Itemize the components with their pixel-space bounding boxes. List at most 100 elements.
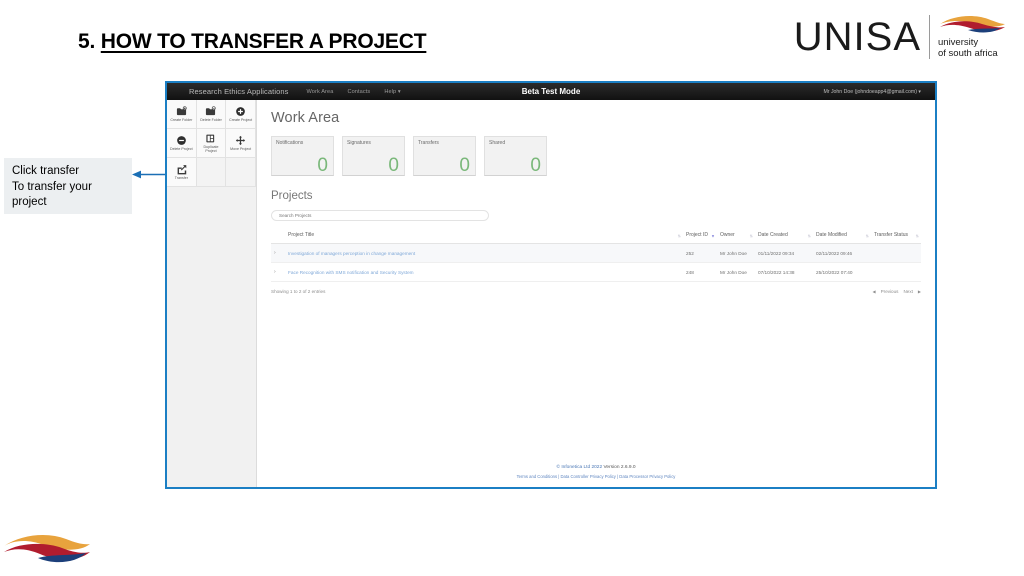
toolbar-button-move-project[interactable]: Move Project <box>226 129 256 158</box>
project-title-link[interactable]: Investigation of managers perception in … <box>288 251 415 256</box>
toolbar-slot-empty-1 <box>196 158 227 187</box>
sort-icon-project-title[interactable]: ⇅ <box>678 233 681 238</box>
sort-icon-transfer-status[interactable]: ⇅ <box>916 233 919 238</box>
sort-icon-project-id[interactable]: ▼ <box>711 233 715 238</box>
column-date-created[interactable]: Date Created ⇅ <box>755 228 813 244</box>
card-value-transfers: 0 <box>459 155 470 176</box>
toolbar-label-delete-folder: Delete Folder <box>200 117 222 122</box>
row-transfer-status <box>871 262 921 282</box>
card-label-notifications: Notifications <box>276 140 304 146</box>
toolbar-button-delete-project[interactable]: Delete Project <box>167 129 197 158</box>
toolbar-button-transfer[interactable]: Transfer <box>167 158 197 187</box>
projects-table-body: › Investigation of managers perception i… <box>271 243 921 282</box>
work-area-content: Work Area Notifications 0 Signatures 0 T… <box>257 100 935 487</box>
row-project-title[interactable]: Investigation of managers perception in … <box>285 243 683 263</box>
row-expand-toggle[interactable]: › <box>271 262 285 282</box>
duplicate-project-icon <box>206 134 215 143</box>
next-page-button[interactable]: Next <box>903 289 912 294</box>
toolbar-button-create-folder[interactable]: Create Folder <box>167 100 197 129</box>
user-menu[interactable]: Mr John Doe (johndoeapp4@gmail.com) ▾ <box>823 89 921 95</box>
nav-item-work-area[interactable]: Work Area <box>307 89 334 95</box>
table-footer: Showing 1 to 2 of 2 entries ◀ Previous N… <box>271 289 921 294</box>
sort-icon-owner[interactable]: ⇅ <box>750 233 753 238</box>
work-area-heading: Work Area <box>271 110 340 126</box>
previous-caret-icon[interactable]: ◀ <box>873 289 876 294</box>
toolbar-label-delete-project: Delete Project <box>170 146 193 151</box>
sort-icon-date-created[interactable]: ⇅ <box>808 233 811 238</box>
logo-subtitle: university of south africa <box>938 37 1006 59</box>
row-date-created: 07/10/2022 14:38 <box>755 262 813 282</box>
column-label-transfer-status: Transfer Status <box>874 232 908 238</box>
callout-line-2: To transfer your <box>12 180 92 193</box>
logo-divider <box>929 15 930 59</box>
card-shared[interactable]: Shared 0 <box>484 136 547 176</box>
footer-swoosh-icon <box>4 534 90 563</box>
callout-arrow-icon <box>132 170 167 179</box>
callout-line-3: project <box>12 196 47 209</box>
card-label-shared: Shared <box>489 140 506 146</box>
row-project-id: 248 <box>683 262 717 282</box>
column-label-owner: Owner <box>720 232 735 238</box>
column-project-id[interactable]: Project ID ▼ <box>683 228 717 244</box>
nav-item-contacts[interactable]: Contacts <box>347 89 370 95</box>
column-date-modified[interactable]: Date Modified ⇅ <box>813 228 871 244</box>
row-owner: Mr John Doe <box>717 262 755 282</box>
column-expand <box>271 228 285 244</box>
row-project-title[interactable]: Face Recognition with SMS notification a… <box>285 262 683 282</box>
card-label-transfers: Transfers <box>418 140 439 146</box>
column-label-date-created: Date Created <box>758 232 788 238</box>
app-brand[interactable]: Research Ethics Applications <box>189 87 289 96</box>
column-project-title[interactable]: Project Title ⇅ <box>285 228 683 244</box>
table-row[interactable]: › Face Recognition with SMS notification… <box>271 262 921 282</box>
card-notifications[interactable]: Notifications 0 <box>271 136 334 176</box>
column-transfer-status[interactable]: Transfer Status ⇅ <box>871 228 921 244</box>
toolbar-label-transfer: Transfer <box>174 175 188 180</box>
unisa-swoosh-icon <box>940 15 1005 33</box>
table-row[interactable]: › Investigation of managers perception i… <box>271 243 921 263</box>
toolbar-button-duplicate-project[interactable]: Duplicate Project <box>196 129 227 158</box>
toolbar-slot-empty-2 <box>226 158 256 187</box>
card-transfers[interactable]: Transfers 0 <box>413 136 476 176</box>
app-body: Create Folder Delete Folder Create Proje… <box>167 100 935 487</box>
move-project-icon <box>236 135 246 146</box>
chevron-right-icon[interactable]: › <box>274 269 276 275</box>
next-caret-icon[interactable]: ▶ <box>918 289 921 294</box>
pagination: ◀ Previous Next ▶ <box>873 289 921 294</box>
unisa-wordmark: UNISA <box>793 15 921 59</box>
sort-icon-date-modified[interactable]: ⇅ <box>866 233 869 238</box>
footer-links[interactable]: Terms and Conditions | Data Controller P… <box>257 474 935 479</box>
row-owner: Mr John Doe <box>717 243 755 263</box>
toolbar-label-move-project: Move Project <box>230 146 252 151</box>
logo-subtitle-line2: of south africa <box>938 48 998 59</box>
logo-right-block: university of south africa <box>938 14 1006 60</box>
previous-page-button[interactable]: Previous <box>881 289 899 294</box>
toolbar-label-create-folder: Create Folder <box>170 117 193 122</box>
action-toolbar: Create Folder Delete Folder Create Proje… <box>167 100 257 487</box>
nav-item-help[interactable]: Help ▾ <box>384 89 400 95</box>
projects-table-head: Project Title ⇅ Project ID ▼ Owner ⇅ Dat… <box>271 228 921 244</box>
toolbar-button-delete-folder[interactable]: Delete Folder <box>196 100 227 129</box>
callout-line-1: Click transfer <box>12 165 80 177</box>
card-value-shared: 0 <box>530 155 541 176</box>
toolbar-label-duplicate-project: Duplicate Project <box>203 144 219 153</box>
toolbar-button-create-project[interactable]: Create Project <box>226 100 256 129</box>
create-folder-icon <box>176 106 187 116</box>
search-projects-field[interactable] <box>271 210 489 221</box>
column-owner[interactable]: Owner ⇅ <box>717 228 755 244</box>
project-title-link[interactable]: Face Recognition with SMS notification a… <box>288 270 414 275</box>
row-expand-toggle[interactable]: › <box>271 243 285 263</box>
search-input[interactable] <box>279 213 481 218</box>
footer-copyright-line: © Infonetica Ltd 2022 Version 2.6.9.0 <box>257 465 935 470</box>
toolbar-grid: Create Folder Delete Folder Create Proje… <box>167 100 256 187</box>
card-label-signatures: Signatures <box>347 140 371 146</box>
chevron-right-icon[interactable]: › <box>274 250 276 256</box>
card-signatures[interactable]: Signatures 0 <box>342 136 405 176</box>
card-value-signatures: 0 <box>388 155 399 176</box>
table-header-row: Project Title ⇅ Project ID ▼ Owner ⇅ Dat… <box>271 228 921 244</box>
app-footer: © Infonetica Ltd 2022 Version 2.6.9.0 Te… <box>257 465 935 479</box>
toolbar-label-create-project: Create Project <box>229 117 253 122</box>
logo-subtitle-line1: university <box>938 36 979 48</box>
title-text: HOW TO TRANSFER A PROJECT <box>100 30 427 53</box>
footer-copyright[interactable]: © Infonetica Ltd 2022 <box>556 465 602 470</box>
delete-folder-icon <box>206 106 217 116</box>
